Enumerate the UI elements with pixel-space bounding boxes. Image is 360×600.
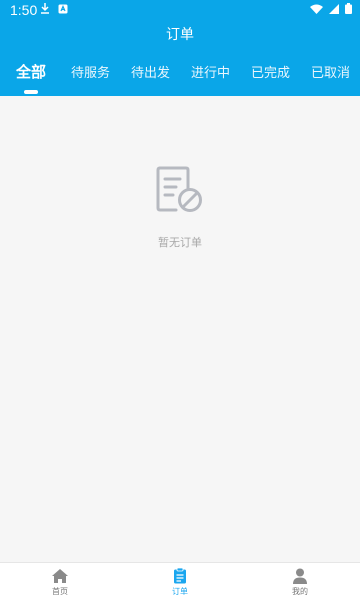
app-notification-icon bbox=[58, 4, 68, 13]
wifi-icon bbox=[310, 4, 323, 14]
tab-all[interactable]: 全部 bbox=[16, 61, 46, 82]
tab-cancelled[interactable]: 已取消 bbox=[311, 62, 350, 81]
person-icon bbox=[293, 568, 307, 584]
nav-profile[interactable]: 我的 bbox=[270, 567, 330, 597]
nav-orders[interactable]: 订单 bbox=[150, 567, 210, 597]
bottom-nav: 首页 订单 我的 bbox=[0, 562, 360, 600]
nav-home[interactable]: 首页 bbox=[30, 567, 90, 597]
signal-icon bbox=[329, 3, 339, 14]
tab-in-progress[interactable]: 进行中 bbox=[191, 62, 230, 81]
nav-orders-label: 订单 bbox=[172, 587, 188, 596]
battery-icon bbox=[345, 3, 352, 14]
nav-home-label: 首页 bbox=[52, 587, 68, 596]
order-list-area: 暂无订单 bbox=[0, 96, 360, 562]
nav-profile-label: 我的 bbox=[292, 587, 308, 596]
tab-pending-service[interactable]: 待服务 bbox=[71, 62, 110, 81]
download-icon bbox=[41, 3, 49, 14]
status-time: 1:50 bbox=[10, 2, 38, 18]
home-icon bbox=[52, 569, 68, 583]
active-tab-indicator bbox=[24, 90, 38, 94]
tab-pending-departure[interactable]: 待出发 bbox=[131, 62, 170, 81]
status-bar: 1:50 bbox=[0, 0, 360, 20]
page-title: 订单 bbox=[166, 27, 194, 43]
header: 1:50 订单 全部 待服务 待出发 进行中 已完成 已取消 bbox=[0, 0, 360, 96]
status-system-icons bbox=[310, 3, 352, 14]
order-status-tabs: 全部 待服务 待出发 进行中 已完成 已取消 bbox=[0, 62, 360, 96]
status-notification-icons bbox=[40, 3, 68, 14]
document-blocked-icon bbox=[156, 166, 202, 212]
clipboard-icon bbox=[174, 567, 186, 584]
tab-completed[interactable]: 已完成 bbox=[251, 62, 290, 81]
empty-state-text: 暂无订单 bbox=[158, 236, 202, 249]
